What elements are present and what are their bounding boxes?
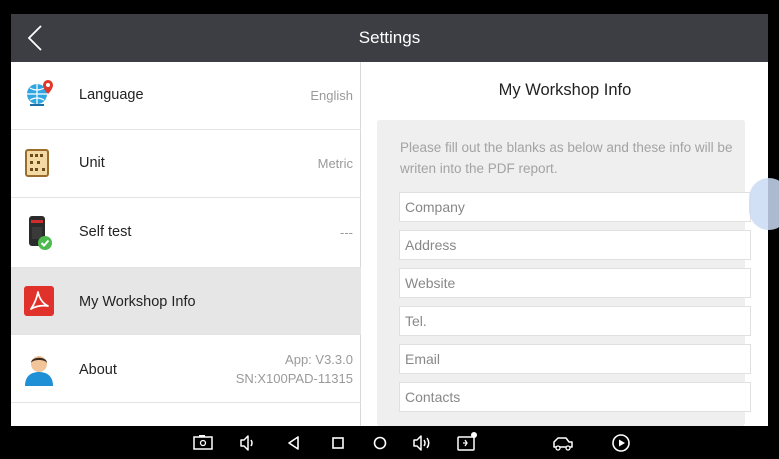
system-navbar <box>0 426 779 459</box>
workshop-form: Please fill out the blanks as below and … <box>377 120 751 426</box>
recent-apps-button[interactable] <box>325 430 351 456</box>
play-circle-icon <box>612 434 630 452</box>
home-button[interactable] <box>367 430 393 456</box>
vci-button[interactable] <box>454 430 480 456</box>
person-icon <box>23 352 55 386</box>
play-button[interactable] <box>608 430 634 456</box>
address-field[interactable]: Address <box>399 230 751 260</box>
settings-item-self-test[interactable]: Self test --- <box>11 198 361 268</box>
recent-apps-icon <box>332 437 344 449</box>
workshop-info-panel: My Workshop Info Please fill out the bla… <box>362 62 768 426</box>
abacus-icon <box>23 147 55 179</box>
vehicle-button[interactable] <box>550 430 576 456</box>
title-bar: Settings <box>11 14 768 62</box>
settings-item-label: Self test <box>79 224 132 240</box>
settings-item-label: My Workshop Info <box>79 294 196 310</box>
settings-item-value: --- <box>340 225 353 240</box>
volume-down-button[interactable] <box>235 430 261 456</box>
volume-up-icon <box>413 435 430 451</box>
contacts-field[interactable]: Contacts <box>399 382 751 412</box>
serial-number: SN:X100PAD-11315 <box>235 371 353 386</box>
app-version: App: V3.3.0 <box>285 352 353 367</box>
pdf-icon <box>23 285 55 317</box>
settings-item-value: Metric <box>317 156 353 171</box>
settings-item-label: About <box>79 362 117 378</box>
settings-item-about[interactable]: About App: V3.3.0 SN:X100PAD-11315 <box>11 335 361 403</box>
panel-title: My Workshop Info <box>498 81 632 99</box>
settings-item-language[interactable]: Language English <box>11 62 361 130</box>
settings-item-my-workshop-info[interactable]: My Workshop Info <box>11 268 361 335</box>
screenshot-icon <box>193 435 213 450</box>
settings-item-value: English <box>310 88 353 103</box>
volume-up-button[interactable] <box>410 430 436 456</box>
vci-icon <box>457 432 477 451</box>
volume-down-icon <box>240 435 253 451</box>
screen: Settings Language English Unit Metric Se… <box>11 14 768 426</box>
email-field[interactable]: Email <box>399 344 751 374</box>
settings-item-label: Unit <box>79 155 105 171</box>
back-triangle-icon <box>288 436 299 450</box>
settings-item-unit[interactable]: Unit Metric <box>11 130 361 198</box>
company-field[interactable]: Company <box>399 192 751 222</box>
home-circle-icon <box>373 436 387 450</box>
device-check-icon <box>23 215 55 250</box>
screenshot-button[interactable] <box>190 430 216 456</box>
form-instructions: Please fill out the blanks as below and … <box>400 140 733 176</box>
back-nav-button[interactable] <box>281 430 307 456</box>
page-title: Settings <box>358 28 421 47</box>
device-frame: Settings Language English Unit Metric Se… <box>0 0 779 459</box>
settings-list: Language English Unit Metric Self test -… <box>11 62 361 426</box>
car-icon <box>553 437 573 451</box>
globe-pin-icon <box>23 78 55 110</box>
floating-assist-ball[interactable] <box>749 178 779 230</box>
settings-item-label: Language <box>79 87 144 103</box>
website-field[interactable]: Website <box>399 268 751 298</box>
tel-field[interactable]: Tel. <box>399 306 751 336</box>
